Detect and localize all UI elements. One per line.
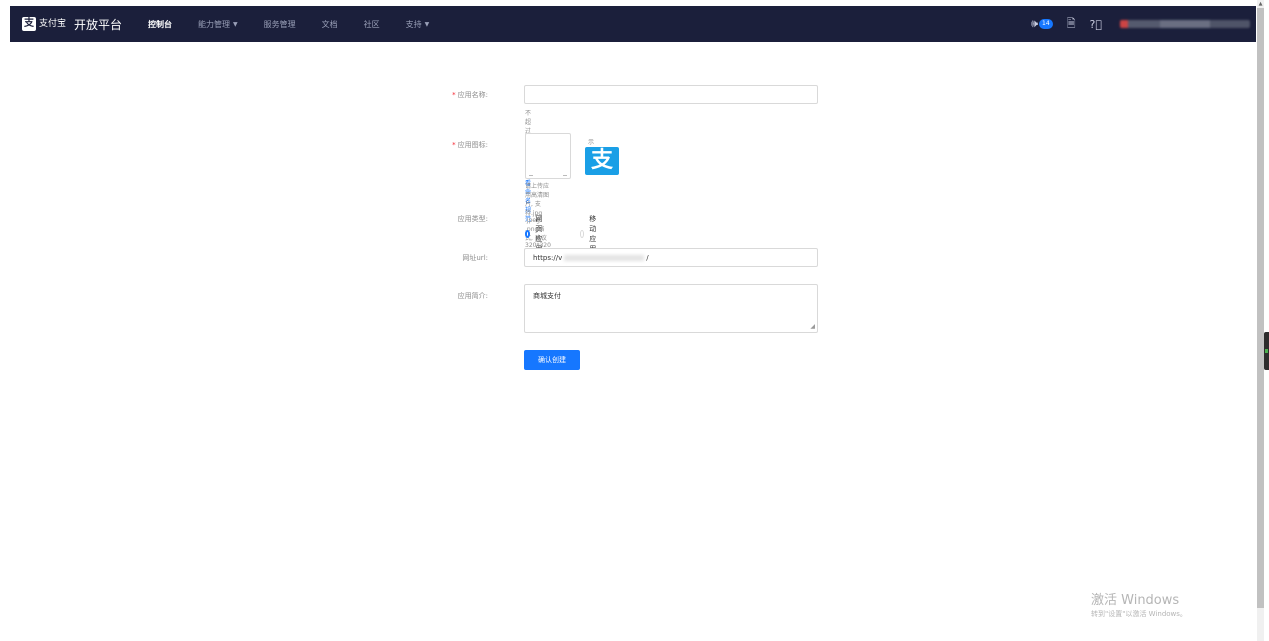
nav-community[interactable]: 社区 bbox=[364, 19, 380, 30]
radio-checked-icon bbox=[525, 230, 531, 238]
vertical-scrollbar[interactable]: ▲ bbox=[1257, 0, 1264, 641]
icon-upload-box[interactable] bbox=[525, 133, 571, 179]
app-name-input[interactable] bbox=[524, 85, 818, 104]
nav-support[interactable]: 支持 ▼ bbox=[406, 19, 430, 30]
app-intro-textarea[interactable]: 商城支付 ◢ bbox=[524, 284, 818, 333]
site-url-input[interactable]: https://v / bbox=[524, 248, 818, 267]
confirm-create-button[interactable]: 确认创建 bbox=[524, 350, 580, 370]
user-account-blurred[interactable] bbox=[1120, 20, 1250, 28]
nav-capability-management[interactable]: 能力管理 ▼ bbox=[198, 19, 238, 30]
question-circle-icon: ?⃝ bbox=[1089, 17, 1102, 31]
nav-service-management[interactable]: 服务管理 bbox=[264, 19, 296, 30]
resize-handle-icon[interactable]: ◢ bbox=[810, 324, 815, 330]
caret-down-icon: ▼ bbox=[424, 20, 430, 28]
alipay-sample-icon: 支 bbox=[585, 147, 619, 175]
site-url-label: 网址url: bbox=[462, 254, 488, 262]
main-nav: 控制台 能力管理 ▼ 服务管理 文档 社区 支持 ▼ bbox=[148, 19, 455, 30]
app-name-label: * 应用名称: bbox=[452, 91, 488, 99]
platform-title: 开放平台 bbox=[74, 17, 123, 32]
top-navigation-bar: 支 支付宝 开放平台 控制台 能力管理 ▼ 服务管理 文档 社区 支持 ▼ 🕪 14… bbox=[10, 6, 1256, 42]
help-button[interactable]: ?⃝ bbox=[1090, 18, 1102, 31]
header-tools: 🕪 14 🗎 ?⃝ bbox=[1017, 6, 1250, 42]
app-icon-label: * 应用图标: bbox=[452, 141, 488, 149]
nav-docs[interactable]: 文档 bbox=[322, 19, 338, 30]
radio-unchecked-icon bbox=[580, 230, 585, 238]
speaker-icon: 🕪 bbox=[1031, 17, 1039, 30]
scroll-up-arrow-icon[interactable]: ▲ bbox=[1257, 0, 1264, 8]
app-intro-label: 应用简介: bbox=[457, 292, 488, 300]
brand[interactable]: 支 支付宝 开放平台 bbox=[22, 16, 122, 33]
windows-activation-watermark: 激活 Windows 转到"设置"以激活 Windows。 bbox=[1091, 593, 1187, 618]
url-blurred bbox=[564, 254, 645, 261]
alipay-logo-text: 支付宝 bbox=[39, 18, 67, 29]
app-type-label: 应用类型: bbox=[457, 215, 488, 223]
side-panel-handle[interactable] bbox=[1264, 332, 1269, 370]
document-check-button[interactable]: 🗎 bbox=[1067, 15, 1076, 34]
alipay-logo-icon: 支 bbox=[22, 17, 36, 31]
scrollbar-thumb[interactable] bbox=[1257, 8, 1264, 608]
notification-badge: 14 bbox=[1039, 19, 1053, 29]
document-check-icon: 🗎 bbox=[1066, 16, 1076, 30]
nav-console[interactable]: 控制台 bbox=[148, 19, 172, 30]
caret-down-icon: ▼ bbox=[233, 20, 238, 28]
notification-button[interactable]: 🕪 14 bbox=[1031, 17, 1053, 31]
